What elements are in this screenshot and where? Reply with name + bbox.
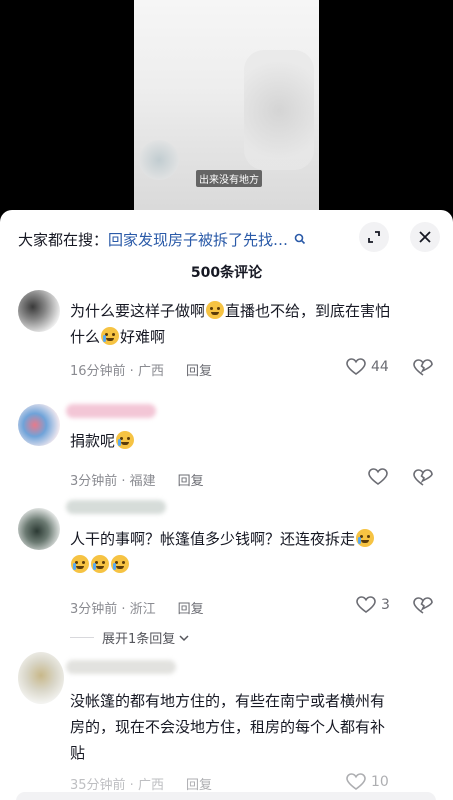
username-blur xyxy=(66,500,166,514)
expand-replies-button[interactable]: 展开1条回复 xyxy=(70,628,190,647)
comment-meta: 35分钟前 · 广西 回复 xyxy=(70,774,212,793)
comment-sheet: 大家都在搜： 回家发现房子被拆了先找… 500条评论 为什么要这样子做啊 直播也不… xyxy=(0,210,453,800)
emoji-icon xyxy=(206,301,225,319)
dislike-button[interactable] xyxy=(413,469,433,491)
heart-icon xyxy=(356,596,376,613)
video-blur-shape xyxy=(139,140,179,180)
search-prefix: 大家都在搜： xyxy=(18,230,109,249)
crying-emoji-icon xyxy=(116,431,135,449)
divider xyxy=(70,637,94,638)
reply-button[interactable]: 回复 xyxy=(186,774,212,793)
video-area[interactable]: 出来没有地方 xyxy=(0,0,453,215)
heart-icon xyxy=(346,358,366,375)
comment-meta: 16分钟前 · 广西 回复 xyxy=(70,360,212,379)
dislike-button[interactable] xyxy=(413,359,433,381)
reply-button[interactable]: 回复 xyxy=(178,470,204,489)
expand-button[interactable] xyxy=(359,222,389,252)
like-button[interactable] xyxy=(368,468,388,486)
avatar[interactable] xyxy=(18,508,60,550)
crying-emoji-icon xyxy=(111,555,129,573)
username-blur xyxy=(66,660,176,674)
like-button[interactable]: 44 xyxy=(346,358,389,376)
comment-text: 捐款呢 xyxy=(70,428,430,454)
avatar[interactable] xyxy=(18,404,60,446)
comment-meta: 3分钟前 · 福建 回复 xyxy=(70,470,204,489)
video-blur-shape xyxy=(244,50,314,170)
avatar[interactable] xyxy=(18,290,60,332)
like-count: 3 xyxy=(381,597,390,613)
crying-emoji-icon xyxy=(101,327,120,345)
like-button[interactable]: 10 xyxy=(346,773,389,791)
close-button[interactable] xyxy=(410,222,440,252)
like-count: 44 xyxy=(371,359,389,375)
broken-heart-icon xyxy=(413,597,433,614)
like-count: 10 xyxy=(371,774,389,790)
broken-heart-icon xyxy=(413,359,433,376)
close-icon xyxy=(419,231,431,243)
crying-emoji-icon xyxy=(91,555,109,573)
expand-icon xyxy=(368,231,380,243)
video-frame[interactable]: 出来没有地方 xyxy=(134,0,319,215)
broken-heart-icon xyxy=(413,469,433,486)
avatar[interactable] xyxy=(18,652,64,704)
comment-meta: 3分钟前 · 浙江 回复 xyxy=(70,598,204,617)
comment-text: 为什么要这样子做啊 直播也不给，到底在害怕 什么 好难啊 xyxy=(70,301,391,346)
dislike-button[interactable] xyxy=(413,597,433,619)
comment-text: 人干的事啊？帐篷值多少钱啊？还连夜拆走 xyxy=(70,526,430,578)
username-blur xyxy=(66,404,156,418)
like-button[interactable]: 3 xyxy=(356,596,390,614)
comment-input-bar[interactable] xyxy=(16,792,436,800)
reply-button[interactable]: 回复 xyxy=(186,360,212,379)
heart-icon xyxy=(368,468,388,485)
video-caption: 出来没有地方 xyxy=(196,170,262,187)
search-icon[interactable] xyxy=(294,233,306,245)
reply-button[interactable]: 回复 xyxy=(178,598,204,617)
crying-emoji-icon xyxy=(356,529,375,547)
chevron-down-icon xyxy=(179,634,189,641)
crying-emoji-icon xyxy=(71,555,89,573)
heart-icon xyxy=(346,773,366,790)
comment-text: 没帐篷的都有地方住的，有些在南宁或者横州有 房的，现在不会没地方住，租房的每个人… xyxy=(70,692,386,762)
search-query-link[interactable]: 回家发现房子被拆了先找… xyxy=(108,229,288,250)
comment-count: 500条评论 xyxy=(190,265,263,281)
